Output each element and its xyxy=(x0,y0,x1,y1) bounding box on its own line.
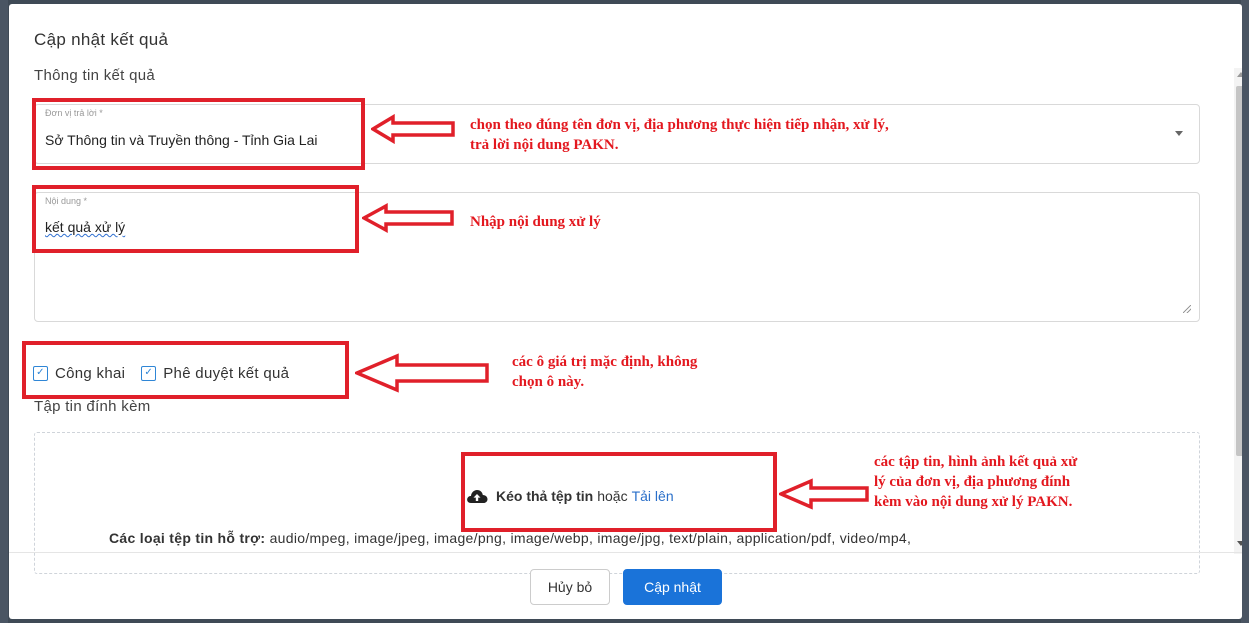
annotation-attach-line-1: các tập tin, hình ảnh kết quả xử xyxy=(874,454,1078,470)
annotation-attach-line-3: kèm vào nội dung xử lý PAKN. xyxy=(874,494,1073,510)
arrow-left-icon xyxy=(362,203,454,233)
scroll-down-icon[interactable] xyxy=(1237,541,1242,546)
arrow-left-icon xyxy=(355,353,489,393)
resize-grip-icon[interactable] xyxy=(1183,305,1191,313)
supported-list: audio/mpeg, image/jpeg, image/png, image… xyxy=(269,530,912,546)
annotation-box-checkboxes xyxy=(22,341,349,399)
annotation-box-unit xyxy=(32,98,365,170)
backdrop-right xyxy=(1241,0,1249,623)
annotation-checkbox-line-2: chọn ô này. xyxy=(512,374,585,390)
footer-divider xyxy=(9,552,1242,553)
supported-types: Các loại tệp tin hỗ trợ: audio/mpeg, ima… xyxy=(109,530,911,546)
annotation-content-note: Nhập nội dung xử lý xyxy=(470,214,601,230)
update-button[interactable]: Cập nhật xyxy=(623,569,722,605)
scroll-up-icon[interactable] xyxy=(1237,72,1242,77)
annotation-unit-note: chọn theo đúng tên đơn vị, địa phương th… xyxy=(470,115,889,155)
cancel-button[interactable]: Hủy bỏ xyxy=(530,569,610,605)
dialog-scrollbar[interactable] xyxy=(1234,68,1242,554)
backdrop-left xyxy=(0,0,8,623)
annotation-box-dropzone xyxy=(461,452,777,532)
chevron-down-icon[interactable] xyxy=(1175,131,1183,136)
annotation-unit-line-2: trả lời nội dung PAKN. xyxy=(470,137,619,153)
section-label: Thông tin kết quả xyxy=(34,67,156,84)
attachments-label: Tập tin đính kèm xyxy=(34,398,151,415)
annotation-unit-line-1: chọn theo đúng tên đơn vị, địa phương th… xyxy=(470,117,889,133)
annotation-attach-note: các tập tin, hình ảnh kết quả xử lý của … xyxy=(874,452,1077,512)
arrow-left-icon xyxy=(371,114,455,144)
scroll-thumb[interactable] xyxy=(1236,86,1242,456)
annotation-attach-line-2: lý của đơn vị, địa phương đính xyxy=(874,474,1071,490)
annotation-checkbox-note: các ô giá trị mặc định, không chọn ô này… xyxy=(512,352,697,392)
annotation-checkbox-line-1: các ô giá trị mặc định, không xyxy=(512,354,698,370)
dialog-title: Cập nhật kết quả xyxy=(34,30,169,49)
supported-label: Các loại tệp tin hỗ trợ: xyxy=(109,530,266,546)
arrow-left-icon xyxy=(779,478,869,510)
annotation-box-content xyxy=(32,185,359,253)
